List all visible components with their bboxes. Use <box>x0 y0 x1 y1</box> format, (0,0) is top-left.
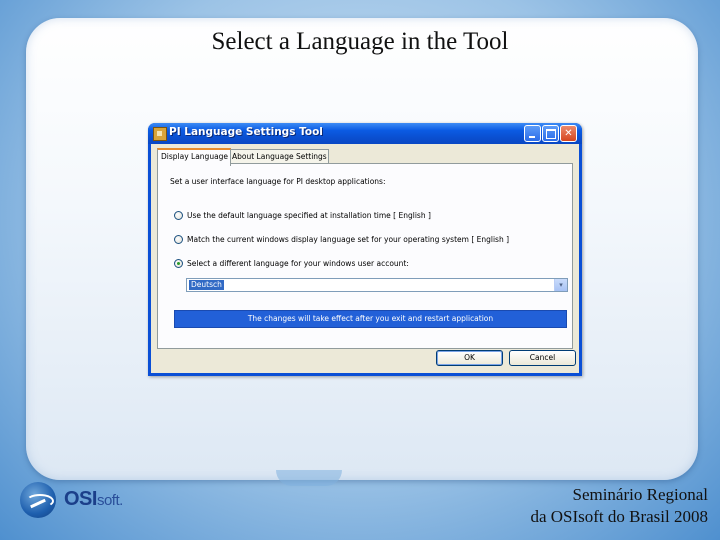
instruction-text: Set a user interface language for PI des… <box>170 177 386 186</box>
maximize-button[interactable] <box>542 125 559 142</box>
tab-about-language-settings[interactable]: About Language Settings <box>228 149 329 164</box>
ok-button[interactable]: OK <box>436 350 503 366</box>
language-dropdown-value: Deutsch <box>189 280 224 290</box>
logo-text-bold: OSI <box>64 488 97 510</box>
window-titlebar[interactable]: PI Language Settings Tool ✕ <box>148 123 582 144</box>
osisoft-logo: OSIsoft. <box>14 478 134 524</box>
event-footer: Seminário Regional da OSIsoft do Brasil … <box>468 484 708 528</box>
close-icon: ✕ <box>564 128 573 139</box>
slide-title: Select a Language in the Tool <box>211 28 509 55</box>
radio-button-checked[interactable] <box>174 259 183 268</box>
app-icon <box>153 127 167 141</box>
radio-button[interactable] <box>174 235 183 244</box>
window-client-area: Display Language About Language Settings… <box>151 144 579 373</box>
panel-notch-decoration <box>276 470 342 486</box>
tab-display-language[interactable]: Display Language <box>157 148 231 166</box>
option-label[interactable]: Use the default language specified at in… <box>187 210 431 222</box>
close-button[interactable]: ✕ <box>560 125 577 142</box>
logo-text-light: soft <box>96 492 120 509</box>
maximize-icon <box>546 129 556 139</box>
osisoft-logo-mark-icon <box>20 482 56 518</box>
chevron-down-icon[interactable]: ▾ <box>554 279 567 291</box>
window-title: PI Language Settings Tool <box>169 126 323 138</box>
language-settings-window: PI Language Settings Tool ✕ Display Lang… <box>148 123 582 376</box>
language-dropdown[interactable]: Deutsch ▾ <box>186 278 568 292</box>
radio-button[interactable] <box>174 211 183 220</box>
minimize-icon <box>529 136 535 138</box>
restart-notice: The changes will take effect after you e… <box>174 310 567 328</box>
event-subtitle: da OSIsoft do Brasil 2008 <box>530 507 708 526</box>
option-label[interactable]: Select a different language for your win… <box>187 258 409 270</box>
logo-mark-dot: . <box>119 492 123 509</box>
display-language-panel: Set a user interface language for PI des… <box>157 163 573 349</box>
minimize-button[interactable] <box>524 125 541 142</box>
cancel-button[interactable]: Cancel <box>509 350 576 366</box>
osisoft-wordmark: OSIsoft. <box>64 488 123 511</box>
event-title: Seminário Regional <box>572 485 708 504</box>
option-label[interactable]: Match the current windows display langua… <box>187 234 509 246</box>
